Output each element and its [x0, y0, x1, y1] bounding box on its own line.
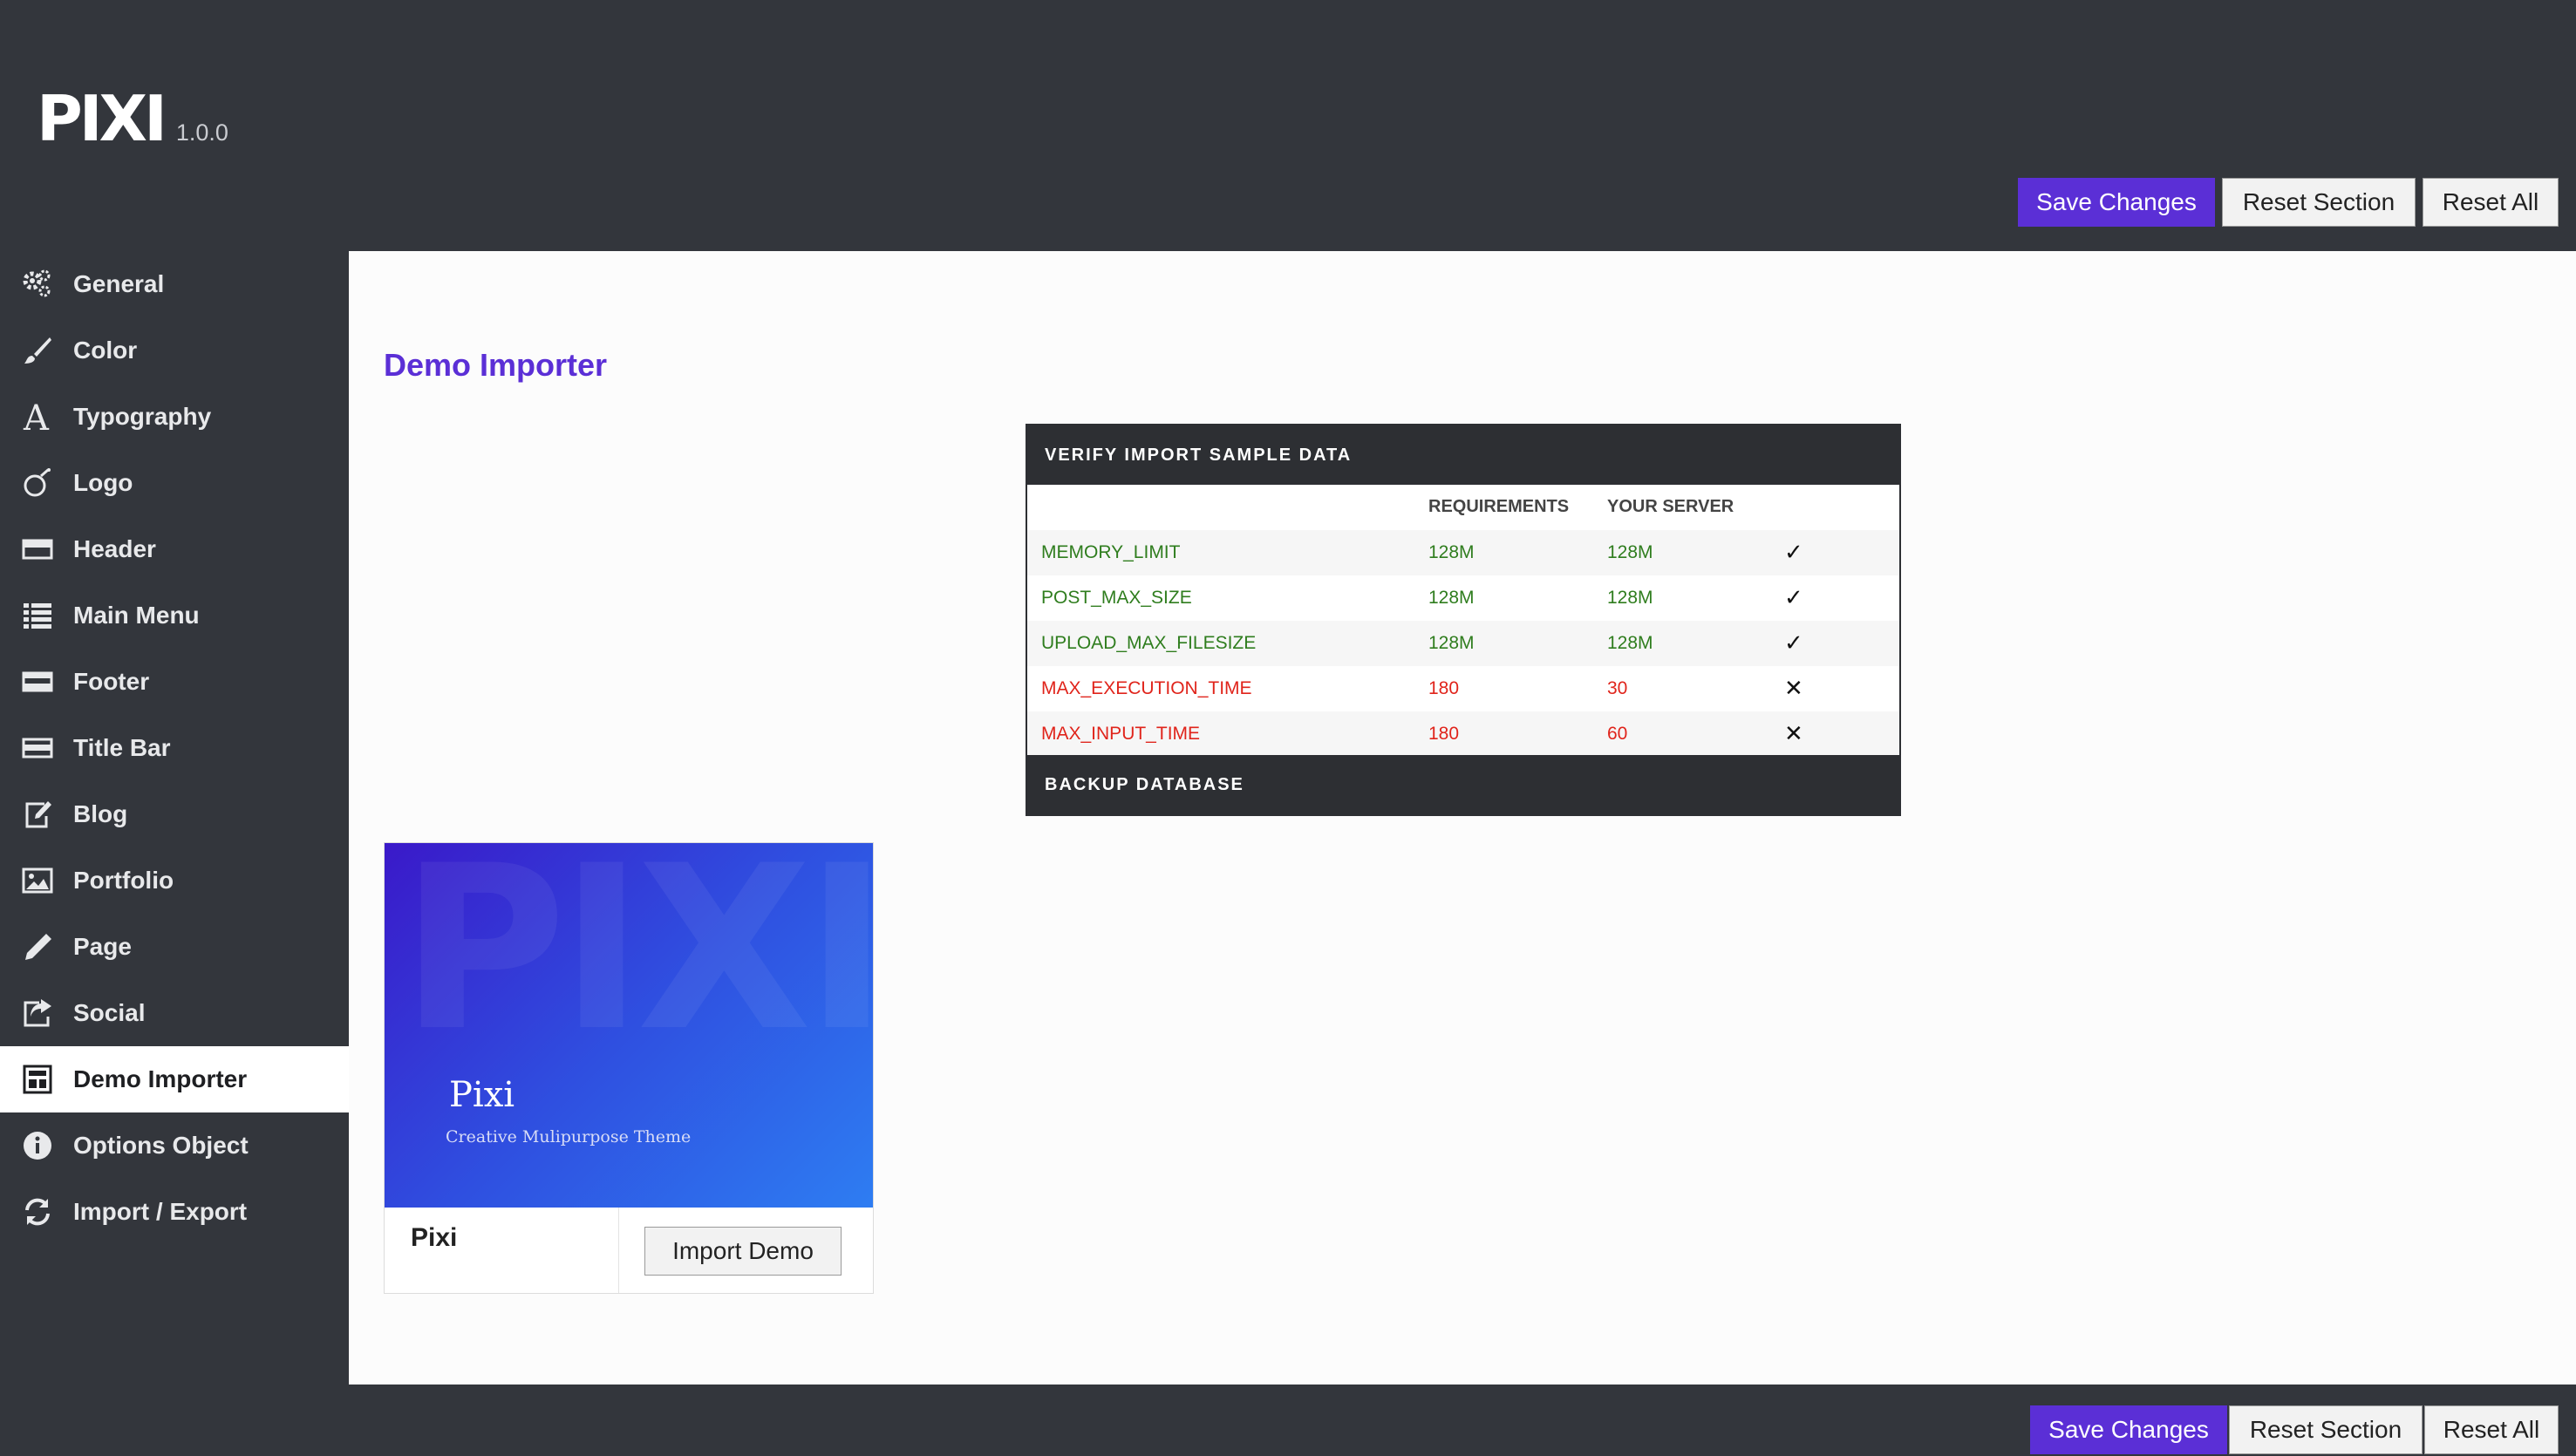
row-server: 128M	[1607, 633, 1653, 653]
image-icon	[19, 862, 56, 899]
header-icon	[19, 531, 56, 568]
reset-all-button[interactable]: Reset All	[2423, 178, 2559, 227]
save-changes-button[interactable]: Save Changes	[2018, 178, 2215, 227]
sidebar-item-footer[interactable]: Footer	[0, 649, 349, 715]
check-icon: ✓	[1784, 584, 1803, 610]
footer-reset-section-button[interactable]: Reset Section	[2229, 1405, 2423, 1454]
row-required: 180	[1428, 724, 1460, 744]
edit-icon	[19, 796, 56, 833]
logo-icon	[19, 465, 56, 501]
main-panel: Demo Importer VERIFY IMPORT SAMPLE DATA …	[349, 251, 2576, 1385]
sidebar-item-label: Page	[73, 933, 132, 960]
table-row: MEMORY_LIMIT 128M 128M ✓	[1027, 530, 1899, 575]
backup-database-bar[interactable]: BACKUP DATABASE	[1027, 755, 1899, 814]
demo-name: Pixi	[411, 1223, 458, 1252]
reset-section-button[interactable]: Reset Section	[2222, 178, 2416, 227]
sidebar-item-portfolio[interactable]: Portfolio	[0, 847, 349, 914]
table-row: UPLOAD_MAX_FILESIZE 128M 128M ✓	[1027, 621, 1899, 666]
sidebar-item-label: Demo Importer	[73, 1065, 248, 1092]
card-divider	[618, 1208, 619, 1293]
table-row: POST_MAX_SIZE 128M 128M ✓	[1027, 575, 1899, 621]
row-name: POST_MAX_SIZE	[1041, 588, 1192, 608]
preview-title: Pixi	[449, 1075, 515, 1115]
sidebar-item-label: Typography	[73, 403, 212, 430]
sidebar-item-label: Main Menu	[73, 602, 200, 629]
sidebar-item-typography[interactable]: A Typography	[0, 384, 349, 450]
demo-preview-image[interactable]: PIXI Pixi Creative Mulipurpose Theme	[385, 843, 873, 1208]
gears-icon	[19, 266, 56, 303]
font-icon: A	[19, 398, 56, 435]
sidebar-item-logo[interactable]: Logo	[0, 450, 349, 516]
sidebar-item-social[interactable]: Social	[0, 980, 349, 1046]
layout-icon	[19, 1061, 56, 1098]
preview-subtitle: Creative Mulipurpose Theme	[446, 1127, 692, 1146]
row-required: 128M	[1428, 588, 1475, 608]
demo-card: PIXI Pixi Creative Mulipurpose Theme Pix…	[384, 842, 874, 1294]
row-required: 180	[1428, 678, 1460, 698]
brush-icon	[19, 332, 56, 369]
row-server: 128M	[1607, 588, 1653, 608]
row-name: MAX_INPUT_TIME	[1041, 724, 1201, 744]
preview-watermark: PIXI	[400, 843, 873, 1081]
sidebar-item-title-bar[interactable]: Title Bar	[0, 715, 349, 781]
row-server: 128M	[1607, 542, 1653, 562]
sidebar-item-label: Logo	[73, 469, 133, 496]
sidebar-item-label: Header	[73, 535, 156, 562]
footer-reset-all-button[interactable]: Reset All	[2424, 1405, 2559, 1454]
table-row: MAX_INPUT_TIME 180 60 ✕	[1027, 711, 1899, 757]
sidebar-item-label: General	[73, 270, 165, 297]
list-icon	[19, 597, 56, 634]
svg-text:A: A	[23, 401, 50, 432]
share-icon	[19, 995, 56, 1031]
table-row: MAX_EXECUTION_TIME 180 30 ✕	[1027, 666, 1899, 711]
sidebar-item-label: Blog	[73, 800, 128, 827]
import-demo-button[interactable]: Import Demo	[644, 1227, 842, 1276]
info-icon	[19, 1127, 56, 1164]
sidebar-item-main-menu[interactable]: Main Menu	[0, 582, 349, 649]
sidebar-item-blog[interactable]: Blog	[0, 781, 349, 847]
sidebar-item-page[interactable]: Page	[0, 914, 349, 980]
sidebar-item-label: Portfolio	[73, 867, 174, 894]
check-icon: ✓	[1784, 539, 1803, 565]
cross-icon: ✕	[1784, 675, 1803, 701]
cross-icon: ✕	[1784, 720, 1803, 746]
sidebar-item-color[interactable]: Color	[0, 317, 349, 384]
row-name: MEMORY_LIMIT	[1041, 542, 1181, 562]
sidebar-item-label: Import / Export	[73, 1198, 248, 1225]
row-server: 60	[1607, 724, 1628, 744]
sidebar-item-header[interactable]: Header	[0, 516, 349, 582]
sidebar-item-label: Color	[73, 337, 138, 364]
version-label: 1.0.0	[175, 119, 228, 146]
row-required: 128M	[1428, 633, 1475, 653]
logo: PIXI	[37, 82, 167, 155]
page-title: Demo Importer	[384, 347, 608, 383]
sidebar-item-label: Options Object	[73, 1132, 249, 1159]
row-name: UPLOAD_MAX_FILESIZE	[1041, 633, 1257, 653]
title-bar-icon	[19, 730, 56, 766]
sidebar-item-demo-importer[interactable]: Demo Importer	[0, 1046, 349, 1112]
row-required: 128M	[1428, 542, 1475, 562]
row-name: MAX_EXECUTION_TIME	[1041, 678, 1252, 698]
col-your-server: YOUR SERVER	[1607, 497, 1734, 516]
brand: PIXI 1.0.0	[37, 87, 228, 150]
row-server: 30	[1607, 678, 1628, 698]
check-icon: ✓	[1784, 629, 1803, 656]
sidebar-item-label: Social	[73, 999, 146, 1026]
sidebar: General Color A Typography Logo Header M…	[0, 251, 349, 1385]
sidebar-item-import-export[interactable]: Import / Export	[0, 1179, 349, 1245]
footer-icon	[19, 663, 56, 700]
sidebar-item-label: Footer	[73, 668, 150, 695]
footer-save-changes-button[interactable]: Save Changes	[2030, 1405, 2227, 1454]
sidebar-item-label: Title Bar	[73, 734, 171, 761]
verify-import-table: VERIFY IMPORT SAMPLE DATA REQUIREMENTS Y…	[1026, 424, 1901, 816]
pencil-icon	[19, 929, 56, 965]
refresh-icon	[19, 1194, 56, 1230]
sidebar-item-options-object[interactable]: Options Object	[0, 1112, 349, 1179]
col-requirements: REQUIREMENTS	[1428, 497, 1570, 516]
sidebar-item-general[interactable]: General	[0, 251, 349, 317]
verify-heading: VERIFY IMPORT SAMPLE DATA	[1027, 425, 1899, 485]
